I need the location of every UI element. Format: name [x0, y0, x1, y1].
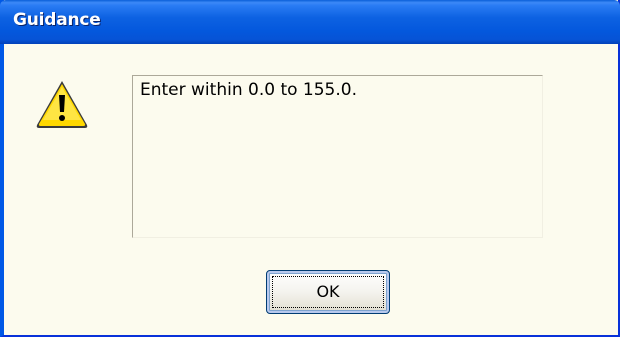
window-title: Guidance: [13, 10, 101, 30]
title-bar[interactable]: Guidance: [0, 0, 620, 44]
dialog-body: Enter within 0.0 to 155.0. OK: [4, 44, 618, 335]
warning-icon: [34, 78, 90, 130]
message-text: Enter within 0.0 to 155.0.: [140, 80, 357, 100]
message-area: Enter within 0.0 to 155.0.: [132, 75, 543, 238]
ok-button-label: OK: [316, 282, 340, 301]
guidance-dialog: Guidance Enter within 0.0 to 155.0. OK: [0, 0, 620, 337]
ok-button[interactable]: OK: [266, 270, 390, 314]
